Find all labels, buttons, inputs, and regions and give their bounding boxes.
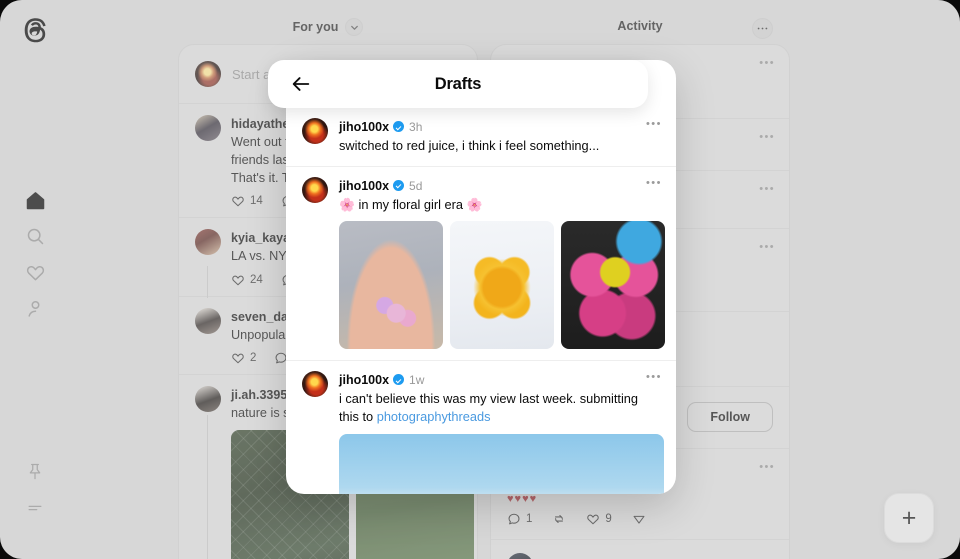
avatar[interactable] <box>302 176 328 203</box>
draft-username[interactable]: jiho100x <box>339 373 389 387</box>
draft-username[interactable]: jiho100x <box>339 179 389 193</box>
draft-media-image[interactable] <box>339 221 443 350</box>
drafts-list[interactable]: ••• jiho100x 3h switched to red juice, i … <box>286 60 676 494</box>
draft-media-image[interactable] <box>339 433 664 494</box>
draft-media-image[interactable] <box>450 221 554 350</box>
draft-item[interactable]: ••• jiho100x 5d 🌸 in my floral girl era 🌸 <box>286 167 676 362</box>
draft-text: 🌸 in my floral girl era 🌸 <box>339 196 483 212</box>
threads-app-window: For you Start a thread... hidayathere2 W… <box>0 0 960 559</box>
draft-media-image[interactable] <box>561 221 665 350</box>
draft-mention-link[interactable]: photographythreads <box>377 409 491 424</box>
more-horizontal-icon[interactable]: ••• <box>646 371 662 383</box>
draft-username[interactable]: jiho100x <box>339 120 389 134</box>
more-horizontal-icon[interactable]: ••• <box>646 177 662 189</box>
avatar[interactable] <box>302 118 328 144</box>
draft-time: 3h <box>409 120 423 134</box>
draft-media-row <box>339 433 664 494</box>
draft-time: 1w <box>409 373 425 388</box>
verified-badge-icon <box>393 121 405 132</box>
draft-item[interactable]: ••• jiho100x 1w i can't believe this was … <box>286 361 676 494</box>
draft-text: switched to red juice, i think i feel so… <box>339 138 600 153</box>
verified-badge-icon <box>393 374 405 386</box>
draft-time: 5d <box>409 178 423 193</box>
arrow-left-icon[interactable] <box>288 71 314 97</box>
drafts-modal: ••• jiho100x 3h switched to red juice, i … <box>286 60 676 494</box>
page-title: Drafts <box>434 74 482 93</box>
draft-item[interactable]: ••• jiho100x 3h switched to red juice, i … <box>286 108 676 167</box>
draft-media-row <box>339 221 665 350</box>
drafts-modal-header: Drafts <box>268 60 648 108</box>
avatar[interactable] <box>302 371 328 398</box>
more-horizontal-icon[interactable]: ••• <box>646 118 662 130</box>
verified-badge-icon <box>393 179 405 191</box>
